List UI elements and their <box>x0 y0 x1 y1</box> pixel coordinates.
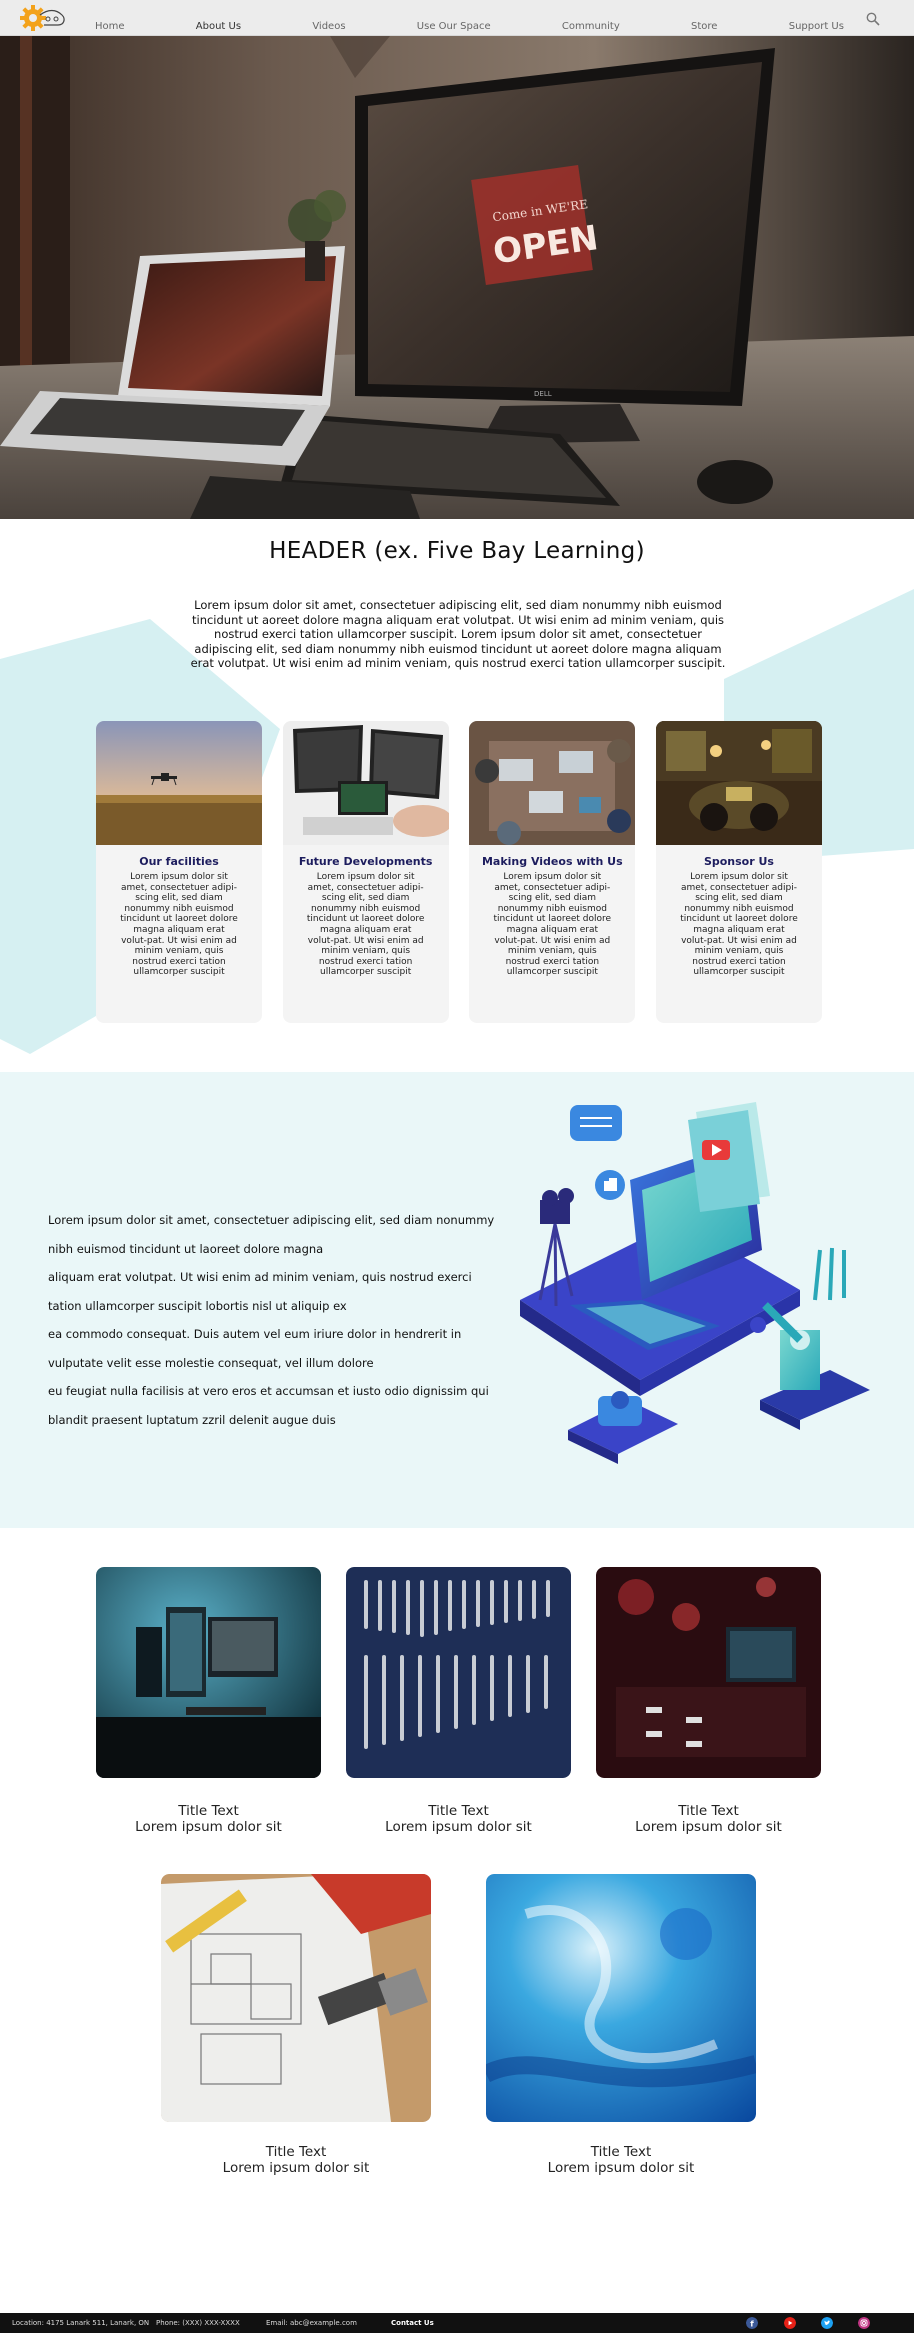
gallery-title: Title Text <box>178 1803 239 1819</box>
twitter-icon[interactable] <box>821 2317 833 2329</box>
gallery-item-3[interactable]: Title Text Lorem ipsum dolor sit <box>596 1567 821 1835</box>
top-nav: Home About Us Videos Use Our Space Commu… <box>0 0 914 36</box>
footer-email[interactable]: Email: abc@example.com <box>266 2319 357 2327</box>
monitor-brand: DELL <box>534 390 552 398</box>
gallery-subtitle: Lorem ipsum dolor sit <box>135 1819 282 1835</box>
gallery-item-5[interactable]: Title Text Lorem ipsum dolor sit <box>486 1874 756 2176</box>
gallery-title: Title Text <box>678 1803 739 1819</box>
instagram-icon[interactable] <box>858 2317 870 2329</box>
gallery-item-2[interactable]: Title Text Lorem ipsum dolor sit <box>346 1567 571 1835</box>
card-text: Lorem ipsum dolor sit amet, consectetuer… <box>120 872 238 978</box>
gallery-title: Title Text <box>428 1803 489 1819</box>
feature-line: vulputate velit esse molestie consequat,… <box>48 1355 374 1370</box>
search-icon[interactable] <box>866 12 880 26</box>
feature-line: Lorem ipsum dolor sit amet, consectetuer… <box>48 1213 495 1227</box>
facebook-icon[interactable]: f <box>746 2317 758 2329</box>
intro-paragraph: Lorem ipsum dolor sit amet, consectetuer… <box>190 598 726 670</box>
youtube-icon[interactable] <box>784 2317 796 2329</box>
isometric-laptop-illustration <box>520 1102 870 1464</box>
card-title: Making Videos with Us <box>481 855 623 868</box>
nav-use-our-space[interactable]: Use Our Space <box>417 5 491 32</box>
red-studio-laptop-photo <box>596 1567 821 1778</box>
feature-text: Lorem ipsum dolor sit amet, consectetuer… <box>48 1206 508 1434</box>
card-our-facilities[interactable]: Our facilities Lorem ipsum dolor sit ame… <box>96 721 262 1023</box>
computer-monitors-photo <box>282 721 449 845</box>
gallery-item-4[interactable]: Title Text Lorem ipsum dolor sit <box>161 1874 431 2176</box>
nav-menu: Home About Us Videos Use Our Space Commu… <box>95 0 844 36</box>
nav-support-us[interactable]: Support Us <box>789 5 844 32</box>
card-text: Lorem ipsum dolor sit amet, consectetuer… <box>306 872 425 978</box>
gallery-item-1[interactable]: Title Text Lorem ipsum dolor sit <box>96 1567 321 1835</box>
feature-line: tation ullamcorper suscipit lobortis nis… <box>48 1298 347 1313</box>
nav-videos[interactable]: Videos <box>312 5 345 32</box>
gear-logo-icon[interactable] <box>18 3 68 33</box>
feature-line: eu feugiat nulla facilisis at vero eros … <box>48 1384 489 1398</box>
workshop-car-photo <box>655 721 822 845</box>
gallery-subtitle: Lorem ipsum dolor sit <box>547 2160 695 2176</box>
feature-section: Lorem ipsum dolor sit amet, consectetuer… <box>0 1072 914 1528</box>
feature-cards: Our facilities Lorem ipsum dolor sit ame… <box>96 721 822 1023</box>
gallery-subtitle: Lorem ipsum dolor sit <box>385 1819 532 1835</box>
nav-home[interactable]: Home <box>95 5 125 32</box>
nav-about-us[interactable]: About Us <box>196 5 241 32</box>
card-text: Lorem ipsum dolor sit amet, consectetuer… <box>680 872 798 978</box>
feature-line: ea commodo consequat. Duis autem vel eum… <box>48 1327 462 1341</box>
hero-image: Come in WE'RE OPEN DELL <box>0 36 914 519</box>
team-table-photo <box>469 721 636 845</box>
nav-community[interactable]: Community <box>562 5 620 32</box>
drone-field-photo <box>96 721 262 845</box>
card-text: Lorem ipsum dolor sit amet, consectetuer… <box>493 872 612 978</box>
gallery-subtitle: Lorem ipsum dolor sit <box>635 1819 782 1835</box>
blue-abstract-photo <box>486 1874 756 2122</box>
footer-location: Location: 4175 Lanark 511, Lanark, ON <box>12 2319 150 2327</box>
card-future-developments[interactable]: Future Developments Lorem ipsum dolor si… <box>282 721 449 1023</box>
feature-line: blandit praesent luptatum zzril delenit … <box>48 1412 336 1427</box>
footer-phone: Phone: (XXX) XXX-XXXX <box>156 2319 240 2327</box>
card-sponsor-us[interactable]: Sponsor Us Lorem ipsum dolor sit amet, c… <box>655 721 822 1023</box>
feature-line: nibh euismod tincidunt ut laoreet dolore… <box>48 1241 324 1256</box>
card-title: Our facilities <box>139 855 219 868</box>
feature-line: aliquam erat volutpat. Ut wisi enim ad m… <box>48 1270 472 1284</box>
gallery-title: Title Text <box>265 2144 327 2160</box>
gallery-subtitle: Lorem ipsum dolor sit <box>222 2160 370 2176</box>
gallery-title: Title Text <box>590 2144 652 2160</box>
card-making-videos[interactable]: Making Videos with Us Lorem ipsum dolor … <box>469 721 636 1023</box>
wrench-rack-photo <box>346 1567 571 1778</box>
nav-store[interactable]: Store <box>691 5 717 32</box>
card-title: Sponsor Us <box>703 855 774 868</box>
svg-text:f: f <box>750 2319 754 2328</box>
footer: Location: 4175 Lanark 511, Lanark, ON Ph… <box>0 2313 914 2333</box>
pc-setup-photo <box>96 1567 321 1778</box>
contact-us-link[interactable]: Contact Us <box>391 2319 434 2327</box>
page-title: HEADER (ex. Five Bay Learning) <box>269 538 645 564</box>
blueprint-tools-photo <box>161 1874 431 2122</box>
card-title: Future Developments <box>298 855 433 868</box>
